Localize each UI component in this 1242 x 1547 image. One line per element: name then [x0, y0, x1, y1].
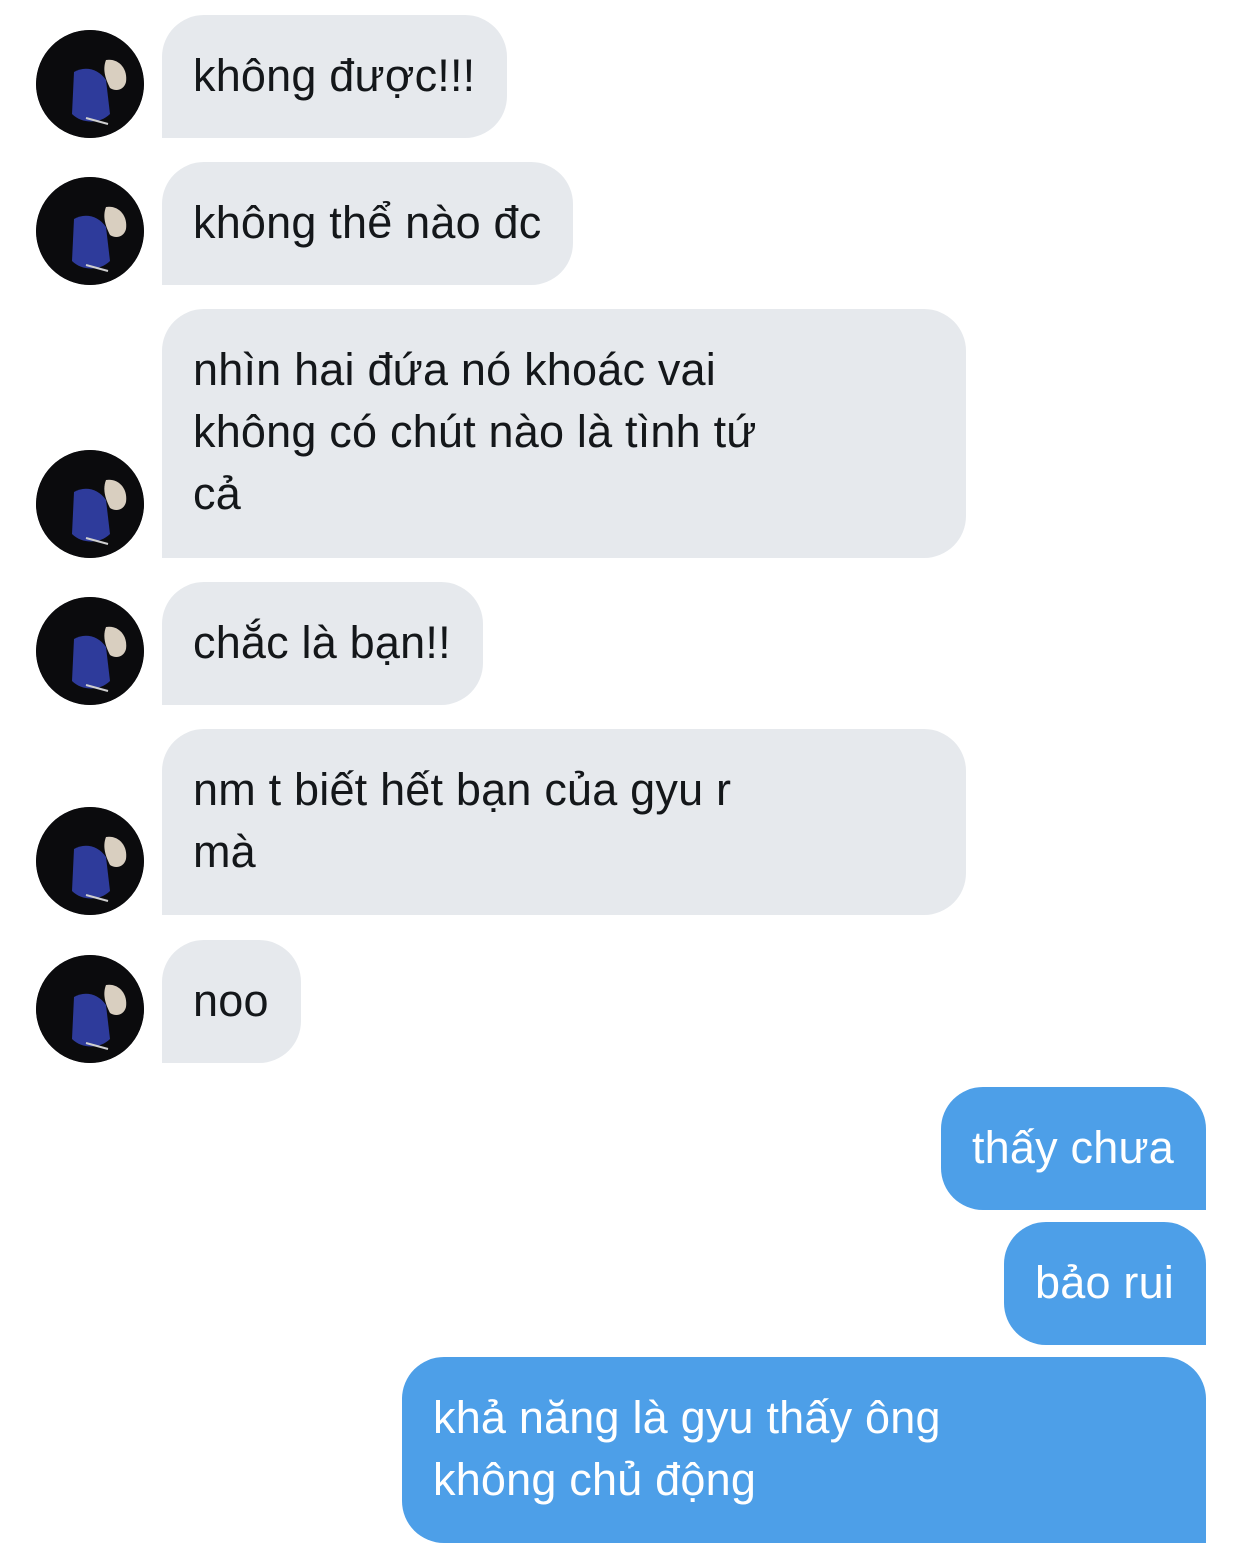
user-avatar-icon	[36, 807, 144, 915]
avatar[interactable]	[36, 450, 144, 558]
incoming-message[interactable]: chắc là bạn!!	[162, 582, 483, 705]
user-avatar-icon	[36, 177, 144, 285]
outgoing-message[interactable]: thấy chưa	[940, 1087, 1206, 1210]
avatar[interactable]	[36, 597, 144, 705]
incoming-message[interactable]: không được!!!	[162, 15, 508, 138]
user-avatar-icon	[36, 955, 144, 1063]
avatar[interactable]	[36, 955, 144, 1063]
incoming-message[interactable]: nhìn hai đứa nó khoác vai không có chút …	[162, 309, 966, 558]
incoming-message[interactable]: noo	[162, 940, 301, 1063]
avatar[interactable]	[36, 807, 144, 915]
outgoing-message[interactable]: bảo rui	[1004, 1222, 1206, 1345]
user-avatar-icon	[36, 597, 144, 705]
outgoing-message[interactable]: khả năng là gyu thấy ông không chủ động	[402, 1357, 1206, 1543]
incoming-message[interactable]: không thể nào đc	[162, 162, 574, 285]
avatar[interactable]	[36, 177, 144, 285]
avatar[interactable]	[36, 30, 144, 138]
user-avatar-icon	[36, 30, 144, 138]
user-avatar-icon	[36, 450, 144, 558]
incoming-message[interactable]: nm t biết hết bạn của gyu r mà	[162, 729, 966, 915]
